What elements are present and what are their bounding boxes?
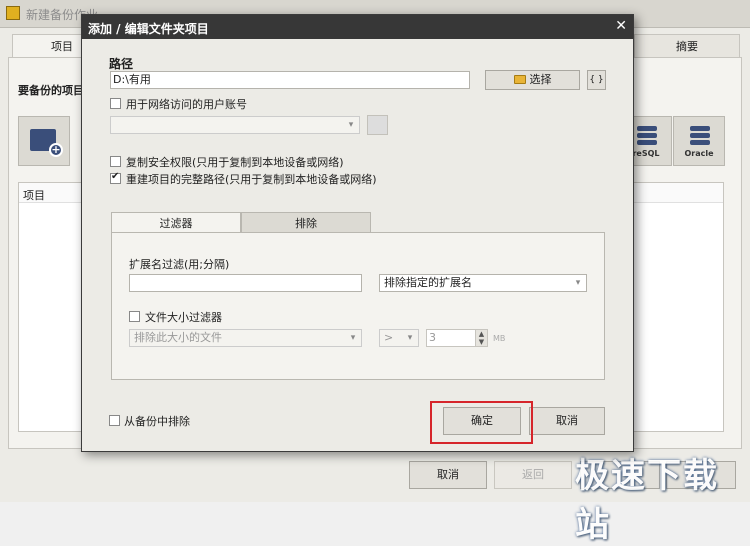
network-user-checkbox[interactable] xyxy=(110,98,121,109)
select-folder-button[interactable]: 选择 xyxy=(485,70,580,90)
oracle-button[interactable]: Oracle xyxy=(673,116,725,166)
edit-folder-item-dialog: 添加 / 编辑文件夹项目 ✕ 路径 D:\有用 选择 { } 用于网络访问的用户… xyxy=(81,14,634,452)
list-header-items: 项目 xyxy=(23,189,45,202)
path-label: 路径 xyxy=(109,57,134,71)
chevron-down-icon: ▾ xyxy=(348,120,354,130)
spinner-arrows-icon[interactable]: ▲ ▼ xyxy=(475,330,487,346)
size-operator-value: > xyxy=(384,331,394,344)
folder-icon xyxy=(513,75,526,84)
plus-icon: + xyxy=(49,143,63,157)
cancel-button[interactable]: 取消 xyxy=(529,407,605,435)
size-filter-label: 文件大小过滤器 xyxy=(145,311,222,324)
database-icon xyxy=(637,126,657,146)
size-operator-select[interactable]: > ▾ xyxy=(379,329,419,347)
database-icon xyxy=(690,126,710,146)
watermark-text: 极速下载站 xyxy=(575,456,719,545)
path-input[interactable]: D:\有用 xyxy=(110,71,470,89)
ext-filter-label: 扩展名过滤(用;分隔) xyxy=(129,258,230,271)
chevron-down-icon: ▾ xyxy=(407,333,413,343)
close-icon[interactable]: ✕ xyxy=(615,19,627,33)
rebuild-path-checkbox[interactable] xyxy=(110,171,121,184)
tab-filter[interactable]: 过滤器 xyxy=(111,212,241,234)
filter-panel xyxy=(111,232,605,380)
network-user-label: 用于网络访问的用户账号 xyxy=(126,98,247,111)
size-filter-checkbox[interactable] xyxy=(129,311,140,322)
chevron-down-icon: ▾ xyxy=(350,333,356,343)
network-user-select[interactable]: ▾ xyxy=(110,116,360,134)
dialog-titlebar: 添加 / 编辑文件夹项目 ✕ xyxy=(82,15,633,39)
app-icon xyxy=(6,6,20,20)
size-mode-value: 排除此大小的文件 xyxy=(134,331,222,344)
size-value: 3 xyxy=(429,331,436,344)
tab-summary[interactable]: 摘要 xyxy=(634,34,740,58)
ext-mode-value: 排除指定的扩展名 xyxy=(384,276,472,289)
dialog-title: 添加 / 编辑文件夹项目 xyxy=(88,22,209,36)
size-value-spinner[interactable]: 3 ▲ ▼ xyxy=(426,329,488,347)
ext-filter-input[interactable] xyxy=(129,274,362,292)
ok-button-highlight xyxy=(430,401,533,444)
add-folder-button[interactable]: + xyxy=(18,116,70,166)
section-title: 要备份的项目 xyxy=(18,84,84,97)
back-button[interactable]: 返回 xyxy=(494,461,572,489)
variables-button[interactable]: { } xyxy=(587,70,606,90)
tab-exclude[interactable]: 排除 xyxy=(241,212,371,234)
rebuild-path-label: 重建项目的完整路径(只用于复制到本地设备或网络) xyxy=(126,173,377,186)
network-user-edit-button[interactable] xyxy=(367,115,388,135)
ext-mode-select[interactable]: 排除指定的扩展名 ▾ xyxy=(379,274,587,292)
oracle-label: Oracle xyxy=(684,149,714,158)
copy-security-checkbox[interactable] xyxy=(110,156,121,167)
size-mode-select[interactable]: 排除此大小的文件 ▾ xyxy=(129,329,362,347)
select-label: 选择 xyxy=(529,73,552,86)
chevron-down-icon: ▾ xyxy=(575,278,581,288)
exclude-from-backup-checkbox[interactable] xyxy=(109,415,120,426)
bg-cancel-button[interactable]: 取消 xyxy=(409,461,487,489)
size-unit: MB xyxy=(493,334,506,343)
exclude-from-backup-label: 从备份中排除 xyxy=(124,415,190,428)
copy-security-label: 复制安全权限(只用于复制到本地设备或网络) xyxy=(126,156,344,169)
